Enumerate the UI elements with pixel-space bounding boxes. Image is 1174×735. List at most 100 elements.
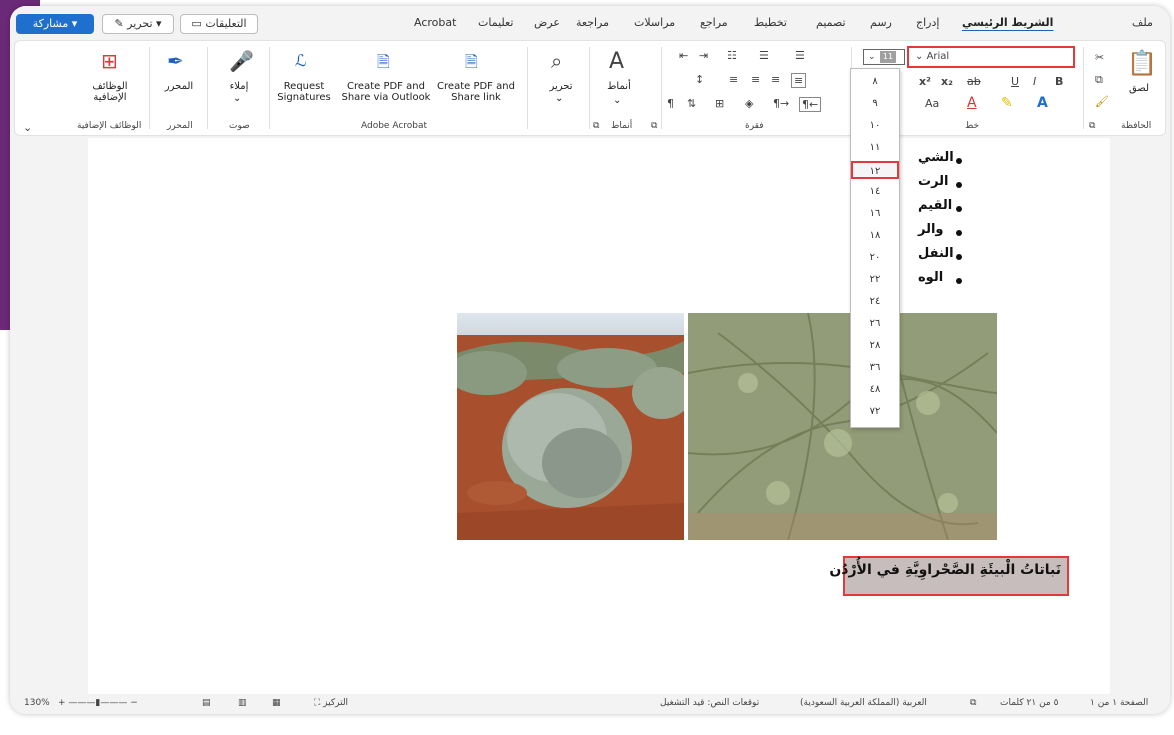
language-indicator[interactable]: العربية (المملكة العربية السعودية) <box>800 698 927 708</box>
format-painter-icon[interactable]: 🖌 <box>1095 95 1109 108</box>
word-count[interactable]: ٥ من ٢١ كلمات <box>1000 698 1058 708</box>
image-caption[interactable]: نَباتاتُ الْبيئَةِ الصَّحْراوِيَّةِ في ا… <box>829 562 1061 578</box>
sort-icon[interactable]: ⇅ <box>687 97 696 110</box>
rtl-direction-icon[interactable]: ¶← <box>799 97 822 112</box>
chevron-down-icon[interactable]: ⌄ <box>555 93 563 104</box>
request-signatures-button[interactable]: Request Signatures <box>273 81 335 103</box>
font-size-option-highlighted[interactable]: ١٢ <box>851 161 899 179</box>
chevron-down-icon[interactable]: ⌄ <box>233 93 241 104</box>
tab-references[interactable]: مراجع <box>700 16 728 29</box>
change-case-button[interactable]: Aa <box>925 97 939 110</box>
list-item[interactable]: الوه <box>918 270 943 285</box>
read-mode-icon[interactable]: ▦ <box>272 698 281 708</box>
zoom-level[interactable]: 130% <box>24 698 50 708</box>
share-button[interactable]: مشاركة ▾ <box>16 14 94 34</box>
tab-insert[interactable]: إدراج <box>916 16 939 29</box>
font-size-combobox[interactable]: ⌄ 11 <box>863 49 905 65</box>
font-size-option[interactable]: ١٠ <box>851 117 899 135</box>
font-size-option[interactable]: ٢٢ <box>851 271 899 289</box>
collapse-ribbon-icon[interactable]: ⌄ <box>23 121 32 134</box>
font-size-option[interactable]: ٣٦ <box>851 359 899 377</box>
tab-review[interactable]: مراجعة <box>576 16 609 29</box>
font-size-option[interactable]: ١٤ <box>851 183 899 201</box>
shading-icon[interactable]: ◈ <box>745 97 753 110</box>
align-center-icon[interactable]: ≡ <box>771 73 780 86</box>
borders-icon[interactable]: ⊞ <box>715 97 724 110</box>
font-size-option[interactable]: ١١ <box>851 139 899 157</box>
addins-label[interactable]: الوظائف الإضافية <box>79 81 141 103</box>
tab-draw[interactable]: رسم <box>870 16 892 29</box>
italic-button[interactable]: I <box>1033 75 1036 88</box>
align-left-icon[interactable]: ≡ <box>751 73 760 86</box>
styles-button[interactable]: أنماط <box>599 81 639 92</box>
copy-icon[interactable]: ⧉ <box>1095 73 1103 87</box>
editing-mode-button[interactable]: ✎ تحرير ▾ <box>102 14 174 34</box>
tab-layout[interactable]: تخطيط <box>754 16 787 29</box>
microphone-icon[interactable]: 🎤 <box>229 49 254 73</box>
font-size-option[interactable]: ٢٠ <box>851 249 899 267</box>
dialog-launcher-icon[interactable]: ⧉ <box>1089 121 1095 131</box>
paste-icon[interactable]: 📋 <box>1127 49 1157 77</box>
tab-home[interactable]: الشريط الرئيسي <box>962 16 1053 29</box>
underline-button[interactable]: U <box>1011 75 1019 88</box>
font-size-option[interactable]: ٢٦ <box>851 315 899 333</box>
image-caption-box[interactable]: نَباتاتُ الْبيئَةِ الصَّحْراوِيَّةِ في ا… <box>829 556 1069 596</box>
search-icon[interactable]: ⌕ <box>551 49 562 73</box>
tab-acrobat[interactable]: Acrobat <box>414 16 456 29</box>
tab-mailings[interactable]: مراسلات <box>634 16 675 29</box>
font-size-option[interactable]: ٨ <box>851 73 899 91</box>
list-item[interactable]: والر <box>918 222 944 237</box>
text-predictions[interactable]: توقعات النص: قيد التشغيل <box>660 698 759 708</box>
chevron-down-icon[interactable]: ⌄ <box>613 95 621 106</box>
font-size-option[interactable]: ٩ <box>851 95 899 113</box>
cut-icon[interactable]: ✂ <box>1095 51 1104 64</box>
bold-button[interactable]: B <box>1055 75 1063 88</box>
list-item[interactable]: النفل <box>918 246 954 261</box>
text-effects-icon[interactable]: A <box>1037 95 1048 111</box>
strikethrough-button[interactable]: ab <box>967 75 981 88</box>
multilevel-list-icon[interactable]: ☷ <box>727 49 737 62</box>
dialog-launcher-icon[interactable]: ⧉ <box>651 121 657 131</box>
align-justify-icon[interactable]: ≡ <box>729 73 738 86</box>
font-name-combobox[interactable]: ⌄ Arial <box>907 46 1075 68</box>
show-formatting-icon[interactable]: ¶ <box>667 97 674 110</box>
create-pdf-link-button[interactable]: Create PDF and Share link <box>435 81 517 103</box>
comments-button[interactable]: ▭ التعليقات <box>180 14 258 34</box>
pdf-outlook-icon[interactable]: 🗎 <box>377 51 390 78</box>
web-layout-icon[interactable]: ▤ <box>202 698 211 708</box>
create-pdf-outlook-button[interactable]: Create PDF and Share via Outlook <box>337 81 435 103</box>
increase-indent-icon[interactable]: ⇥ <box>699 49 708 62</box>
addins-icon[interactable]: ⊞ <box>101 49 118 73</box>
tab-help[interactable]: تعليمات <box>478 16 513 29</box>
document-page[interactable]: الشي الرت القيم والر النفل الوه نَباتاتُ… <box>88 138 1110 694</box>
page-indicator[interactable]: الصفحة ١ من ١ <box>1090 698 1148 708</box>
font-size-option[interactable]: ١٨ <box>851 227 899 245</box>
pdf-link-icon[interactable]: 🗎 <box>465 51 478 78</box>
line-spacing-icon[interactable]: ↕ <box>695 73 704 86</box>
bullet-list-icon[interactable]: ☰ <box>795 49 805 62</box>
editor-label[interactable]: المحرر <box>159 81 199 92</box>
desert-shrub-photo[interactable] <box>457 313 684 540</box>
list-item[interactable]: الرت <box>918 174 949 189</box>
tab-file[interactable]: ملف <box>1132 16 1153 29</box>
ltr-direction-icon[interactable]: ¶→ <box>773 97 789 110</box>
decrease-indent-icon[interactable]: ⇤ <box>679 49 688 62</box>
font-color-icon[interactable]: A <box>967 95 977 111</box>
tab-design[interactable]: تصميم <box>816 16 846 29</box>
font-size-option[interactable]: ٤٨ <box>851 381 899 399</box>
desert-plant-closeup-photo[interactable] <box>688 313 997 540</box>
print-layout-icon[interactable]: ▥ <box>238 698 247 708</box>
paste-button[interactable]: لصق <box>1121 83 1157 94</box>
subscript-button[interactable]: x₂ <box>941 75 953 88</box>
font-size-dropdown[interactable]: ٨ ٩ ١٠ ١١ ١٢ ١٤ ١٦ ١٨ ٢٠ ٢٢ ٢٤ ٢٦ ٢٨ ٣٦ … <box>850 68 900 428</box>
font-size-option[interactable]: ٢٤ <box>851 293 899 311</box>
signature-icon[interactable]: ℒ <box>295 51 307 70</box>
list-item[interactable]: القيم <box>918 198 952 213</box>
font-size-option[interactable]: ٢٨ <box>851 337 899 355</box>
editing-find-button[interactable]: تحرير <box>541 81 581 92</box>
tab-view[interactable]: عرض <box>534 16 560 29</box>
dialog-launcher-icon[interactable]: ⧉ <box>593 121 599 131</box>
styles-icon[interactable]: A <box>609 49 624 74</box>
dictate-button[interactable]: إملاء <box>219 81 259 92</box>
numbered-list-icon[interactable]: ☰ <box>759 49 769 62</box>
